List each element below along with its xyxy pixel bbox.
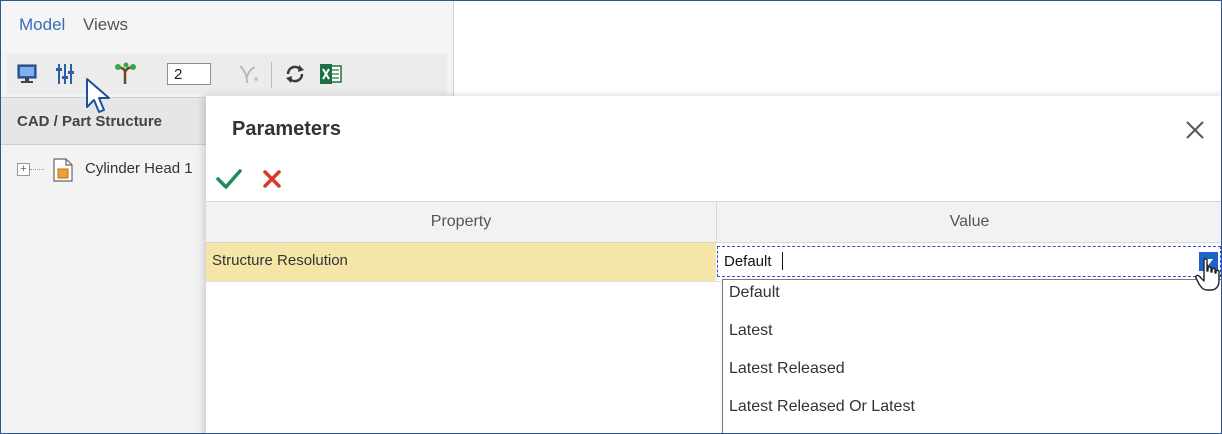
confirm-check-icon[interactable]	[216, 168, 242, 195]
menu-model[interactable]: Model	[19, 15, 65, 35]
part-document-icon	[53, 158, 73, 187]
dropdown-option-latest-released[interactable]: Latest Released	[723, 356, 1221, 394]
cancel-x-icon[interactable]	[262, 169, 282, 194]
parameters-dialog: Parameters Property Value Structure Reso…	[206, 96, 1221, 433]
app-window: Model Views 2 CAD / Part Structure + Cyl…	[0, 0, 1222, 434]
parameters-sliders-icon[interactable]	[51, 60, 79, 88]
text-caret	[782, 252, 783, 270]
property-cell[interactable]: Structure Resolution	[206, 243, 716, 281]
dropdown-option-latest[interactable]: Latest	[723, 318, 1221, 356]
chevron-down-icon	[1204, 258, 1213, 265]
menu-bar: Model Views	[1, 1, 453, 51]
value-dropdown-list: Default Latest Latest Released Latest Re…	[722, 279, 1221, 433]
tree-connector	[30, 169, 44, 170]
monitor-icon[interactable]	[13, 60, 41, 88]
dialog-actions	[216, 166, 316, 196]
collapse-branch-icon[interactable]	[235, 60, 263, 88]
toolbar-separator	[271, 62, 272, 88]
refresh-icon[interactable]	[281, 60, 309, 88]
value-combobox-text[interactable]: Default	[724, 253, 772, 270]
column-header-value[interactable]: Value	[717, 202, 1221, 242]
value-combobox[interactable]: Default	[717, 246, 1221, 277]
dialog-title: Parameters	[232, 118, 341, 140]
dropdown-option-default[interactable]: Default	[723, 280, 1221, 318]
dropdown-option-latest-released-or-latest[interactable]: Latest Released Or Latest	[723, 394, 1221, 432]
close-icon[interactable]	[1181, 116, 1209, 144]
structure-panel-title: CAD / Part Structure	[17, 113, 163, 130]
tree-item-label: Cylinder Head 1	[85, 160, 193, 177]
dropdown-arrow-button[interactable]	[1199, 252, 1218, 271]
table-row[interactable]: Structure Resolution Default	[206, 243, 1221, 282]
menu-views[interactable]: Views	[83, 15, 128, 35]
grid-header: Property Value	[206, 201, 1221, 243]
excel-export-icon[interactable]	[317, 60, 345, 88]
expand-icon[interactable]: +	[17, 163, 30, 176]
column-header-property[interactable]: Property	[206, 202, 717, 242]
parameters-grid: Property Value Structure Resolution Defa…	[206, 201, 1221, 282]
tree-structure-icon[interactable]	[111, 60, 139, 88]
toolbar: 2	[7, 54, 447, 94]
structure-level-input[interactable]: 2	[167, 63, 211, 85]
